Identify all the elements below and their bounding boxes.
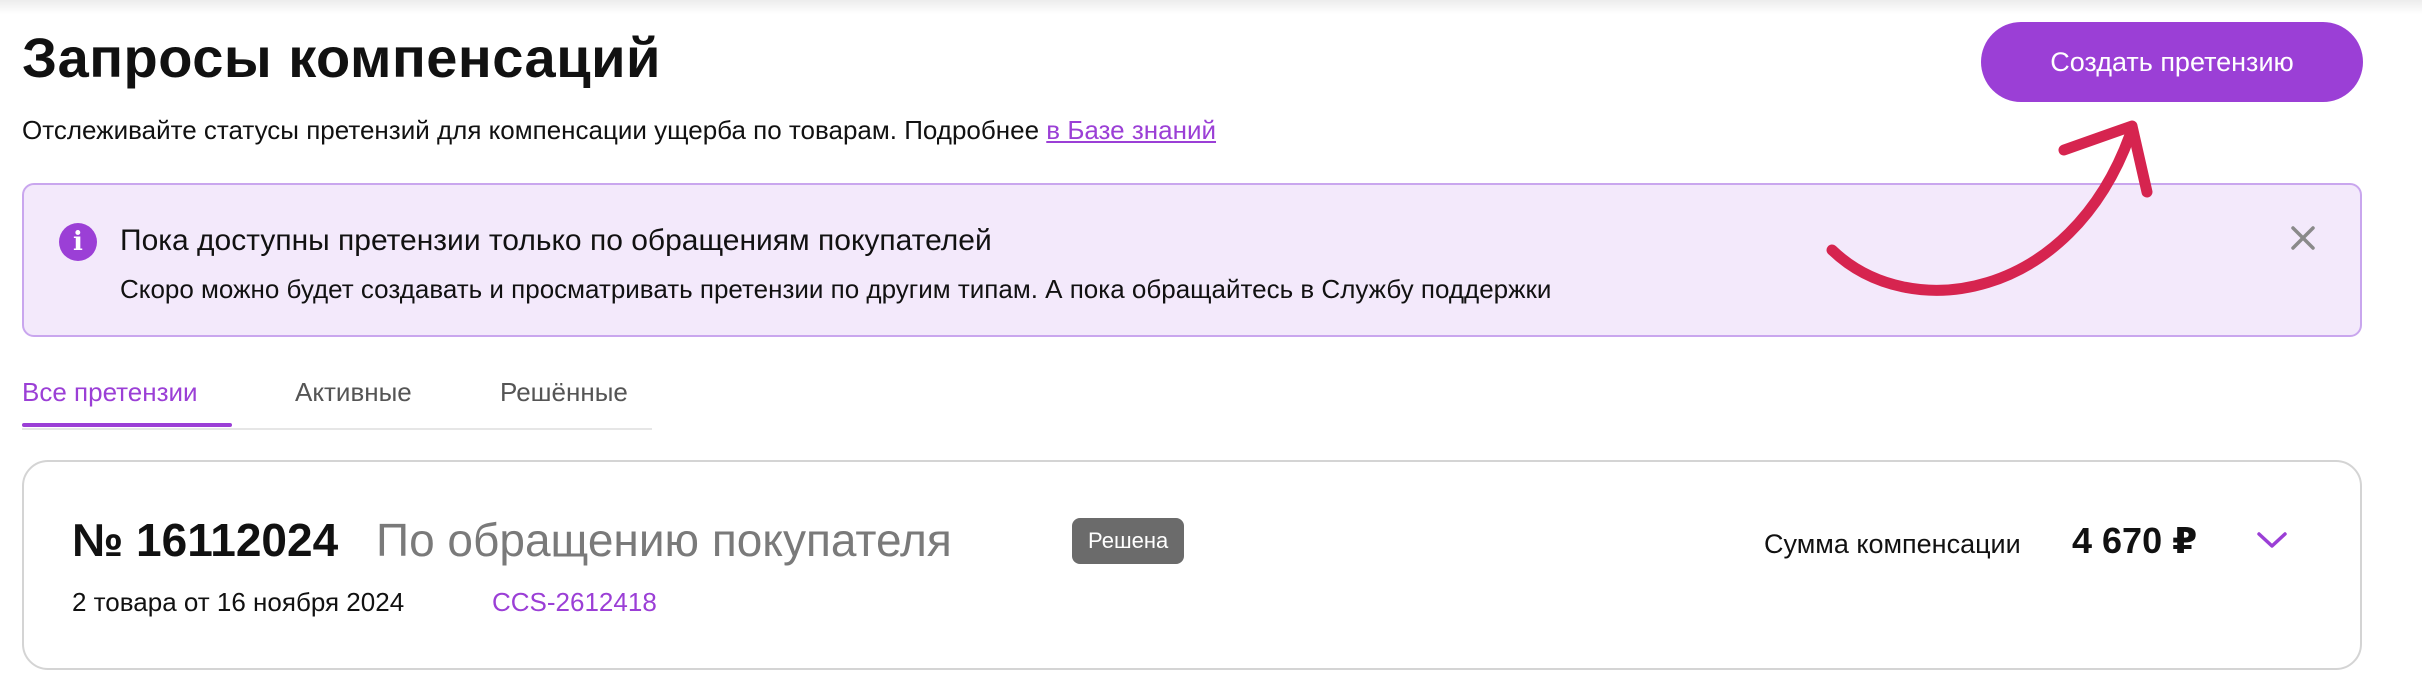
banner-title: Пока доступны претензии только по обраще…: [120, 224, 992, 257]
knowledge-base-link[interactable]: в Базе знаний: [1046, 115, 1216, 145]
annotation-arrow: [1826, 120, 2153, 296]
page-subtitle: Отслеживайте статусы претензий для компе…: [22, 112, 1216, 148]
compensation-sum-label: Сумма компенсации: [1764, 529, 2021, 559]
status-badge: Решена: [1072, 518, 1185, 564]
claim-number: № 16112024: [72, 514, 339, 566]
create-claim-button[interactable]: Создать претензию: [1981, 22, 2363, 102]
top-shade: [0, 0, 2422, 14]
info-icon: i: [59, 223, 97, 261]
subtitle-text: Отслеживайте статусы претензий для компе…: [22, 115, 1047, 145]
claim-card[interactable]: № 16112024 По обращению покупателя Решен…: [22, 460, 2362, 670]
close-icon[interactable]: [2286, 221, 2320, 255]
claim-tabs: Все претензии Активные Решённые: [22, 372, 652, 430]
chevron-down-icon[interactable]: [2254, 526, 2290, 554]
tab-resolved[interactable]: Решённые: [500, 372, 628, 412]
tab-active[interactable]: Активные: [295, 372, 412, 412]
active-tab-indicator: [22, 423, 232, 427]
claim-type: По обращению покупателя: [376, 514, 952, 566]
banner-text: Скоро можно будет создавать и просматрив…: [120, 274, 1552, 304]
claim-code-link[interactable]: CCS-2612418: [492, 584, 657, 620]
claim-date: 2 товара от 16 ноября 2024: [72, 587, 405, 617]
compensation-sum-value: 4 670 ₽: [2072, 520, 2198, 561]
page-title: Запросы компенсаций: [22, 26, 661, 89]
tab-all-claims[interactable]: Все претензии: [22, 372, 198, 412]
